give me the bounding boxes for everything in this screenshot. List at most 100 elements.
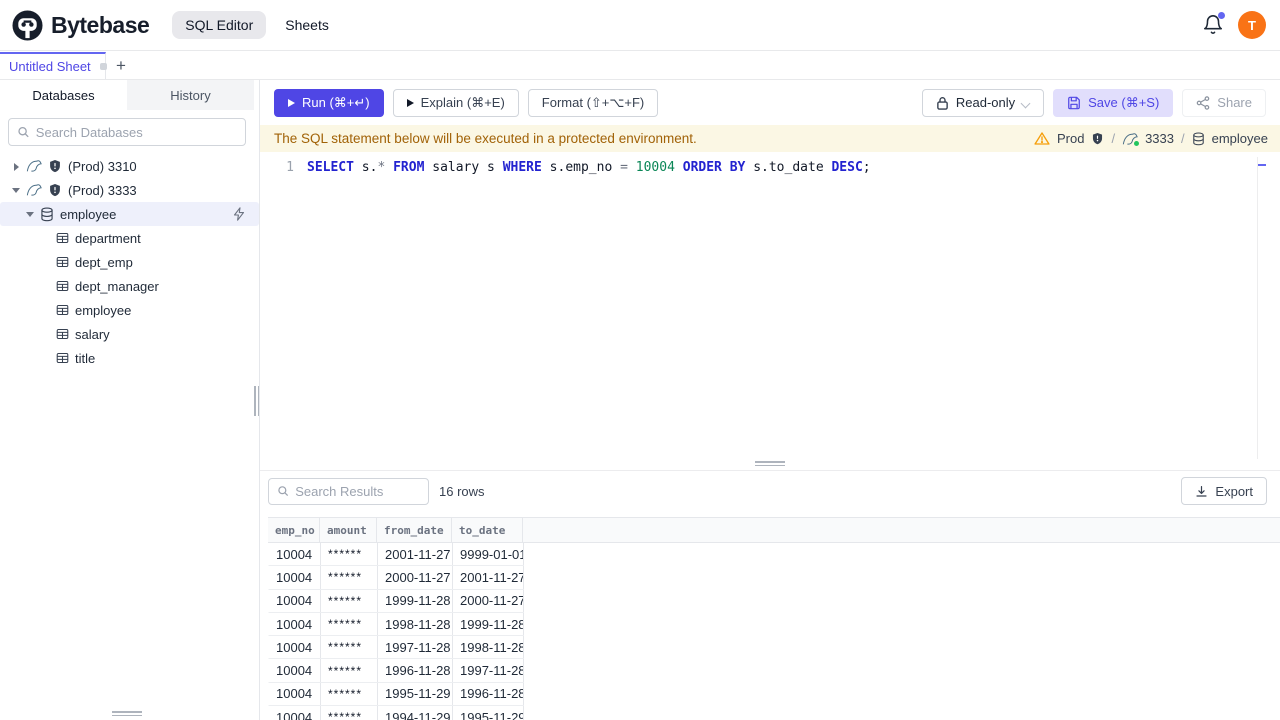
- header-filler: [523, 518, 1280, 542]
- sidebar-table-item[interactable]: employee: [0, 298, 259, 322]
- save-button[interactable]: Save (⌘+S): [1053, 88, 1174, 117]
- table-row[interactable]: 10004 ****** 2001-11-27 9999-01-01: [268, 543, 524, 567]
- readonly-mode-dropdown[interactable]: Read-only: [921, 88, 1045, 117]
- export-button[interactable]: Export: [1181, 477, 1267, 505]
- share-label: Share: [1217, 95, 1252, 110]
- sql-token: FROM: [393, 159, 425, 175]
- status-ok-dot: [1134, 140, 1140, 146]
- main-panel: Run (⌘+↵) Explain (⌘+E) Format (⇧+⌥+F) R…: [260, 80, 1280, 720]
- results-search[interactable]: [268, 477, 429, 505]
- table-row[interactable]: 10004 ****** 1997-11-28 1998-11-28: [268, 636, 524, 660]
- table-row[interactable]: 10004 ****** 1994-11-29 1995-11-29: [268, 706, 524, 720]
- code-line: 1 SELECT s.* FROM salary s WHERE s.emp_n…: [260, 157, 1280, 177]
- table-cell: ******: [321, 612, 378, 636]
- column-header[interactable]: to_date: [452, 518, 523, 542]
- column-header[interactable]: amount: [320, 518, 377, 542]
- chevron-down-icon[interactable]: [12, 186, 20, 194]
- chevron-right-icon[interactable]: [12, 162, 20, 171]
- sql-statement: SELECT s.* FROM salary s WHERE s.emp_no …: [307, 160, 871, 175]
- database-search-input[interactable]: [35, 124, 237, 140]
- sql-editor[interactable]: 1 SELECT s.* FROM salary s WHERE s.emp_n…: [260, 157, 1280, 459]
- table-cell: 10004: [269, 543, 321, 566]
- chevron-down-icon[interactable]: [26, 210, 34, 218]
- database-tree: (Prod) 3310 (Prod) 3333 employee departm…: [0, 154, 259, 370]
- sidebar-table-item[interactable]: dept_emp: [0, 250, 259, 274]
- sql-token: SELECT: [307, 159, 354, 175]
- sql-token: s.to_date: [745, 159, 832, 175]
- chevron-down-icon: [1022, 99, 1030, 107]
- table-row[interactable]: 10004 ****** 1999-11-28 2000-11-27: [268, 589, 524, 613]
- sql-token: s.emp_no: [541, 159, 621, 175]
- mysql-icon: [26, 183, 42, 197]
- mysql-icon: [1122, 132, 1140, 146]
- column-header[interactable]: emp_no: [268, 518, 320, 542]
- results-panel: 16 rows Export emp_noamountfrom_dateto_d…: [260, 470, 1280, 720]
- search-icon: [278, 486, 289, 497]
- database-label: employee: [1211, 131, 1268, 146]
- database-item-employee[interactable]: employee: [0, 202, 259, 226]
- avatar[interactable]: T: [1238, 11, 1266, 39]
- sheet-tab-bar: Untitled Sheet +: [0, 52, 1280, 80]
- breadcrumb-separator: /: [1181, 131, 1185, 146]
- protected-env-banner: The SQL statement below will be executed…: [260, 125, 1280, 152]
- results-search-input[interactable]: [295, 483, 420, 499]
- table-cell: ******: [321, 682, 378, 706]
- explain-button[interactable]: Explain (⌘+E): [392, 88, 519, 117]
- table-cell: 2000-11-27: [453, 589, 524, 612]
- lock-icon: [937, 96, 948, 110]
- instance-prod-3310[interactable]: (Prod) 3310: [0, 154, 259, 178]
- table-cell: 1999-11-28: [378, 589, 453, 612]
- save-label: Save (⌘+S): [1088, 94, 1160, 110]
- bytebase-logo[interactable]: Bytebase: [12, 9, 150, 41]
- explain-label: Explain (⌘+E): [420, 94, 505, 110]
- database-search[interactable]: [8, 118, 246, 146]
- table-cell: 10004: [269, 612, 321, 636]
- nav-sql-editor[interactable]: SQL Editor: [172, 11, 267, 39]
- tab-history[interactable]: History: [127, 80, 254, 110]
- table-cell: 2001-11-27: [453, 566, 524, 589]
- table-cell: 1996-11-28: [378, 659, 453, 682]
- lightning-icon[interactable]: [233, 207, 245, 221]
- sidebar-table-item[interactable]: department: [0, 226, 259, 250]
- column-header[interactable]: from_date: [377, 518, 452, 542]
- sidebar-table-item[interactable]: title: [0, 346, 259, 370]
- format-label: Format (⇧+⌥+F): [541, 94, 645, 110]
- results-grid: emp_no amount from_date to_date 10004 ******…: [268, 517, 1280, 720]
- table-row[interactable]: 10004 ****** 1998-11-28 1999-11-28: [268, 612, 524, 637]
- instance-prod-3333[interactable]: (Prod) 3333: [0, 178, 259, 202]
- tab-databases[interactable]: Databases: [0, 80, 127, 110]
- table-icon: [56, 233, 69, 243]
- sidebar-bottom-resize-handle[interactable]: [112, 711, 142, 717]
- results-toolbar: 16 rows Export: [260, 473, 1280, 509]
- table-row[interactable]: 10004 ****** 1996-11-28 1997-11-28: [268, 659, 524, 683]
- table-cell: 10004: [269, 706, 321, 720]
- table-cell: ******: [321, 636, 378, 659]
- sidebar-tabs: Databases History: [0, 80, 254, 110]
- table-label: department: [75, 230, 141, 246]
- breadcrumb-separator: /: [1111, 131, 1116, 146]
- add-sheet-button[interactable]: +: [106, 52, 136, 79]
- table-icon: [56, 281, 69, 291]
- table-row[interactable]: 10004 ****** 1995-11-29 1996-11-28: [268, 682, 524, 707]
- shield-alert-icon: [1093, 132, 1103, 145]
- table-icon: [56, 329, 69, 339]
- sheet-tab-untitled[interactable]: Untitled Sheet: [0, 52, 107, 79]
- sidebar-table-item[interactable]: salary: [0, 322, 259, 346]
- share-button[interactable]: Share: [1182, 88, 1266, 117]
- shield-alert-icon: [50, 160, 60, 173]
- table-cell: 10004: [269, 589, 321, 612]
- table-row[interactable]: 10004 ****** 2000-11-27 2001-11-27: [268, 566, 524, 590]
- run-button[interactable]: Run (⌘+↵): [274, 88, 384, 117]
- table-cell: 1995-11-29: [378, 682, 453, 706]
- table-cell: 2001-11-27: [378, 543, 453, 566]
- format-button[interactable]: Format (⇧+⌥+F): [527, 88, 659, 117]
- env-label: Prod: [1056, 131, 1085, 146]
- notifications-button[interactable]: [1202, 12, 1225, 36]
- nav-sheets[interactable]: Sheets: [272, 11, 342, 39]
- sidebar-table-item[interactable]: dept_manager: [0, 274, 259, 298]
- run-label: Run (⌘+↵): [302, 94, 370, 110]
- results-resize-handle[interactable]: [755, 461, 785, 467]
- overview-ruler: [1257, 157, 1268, 459]
